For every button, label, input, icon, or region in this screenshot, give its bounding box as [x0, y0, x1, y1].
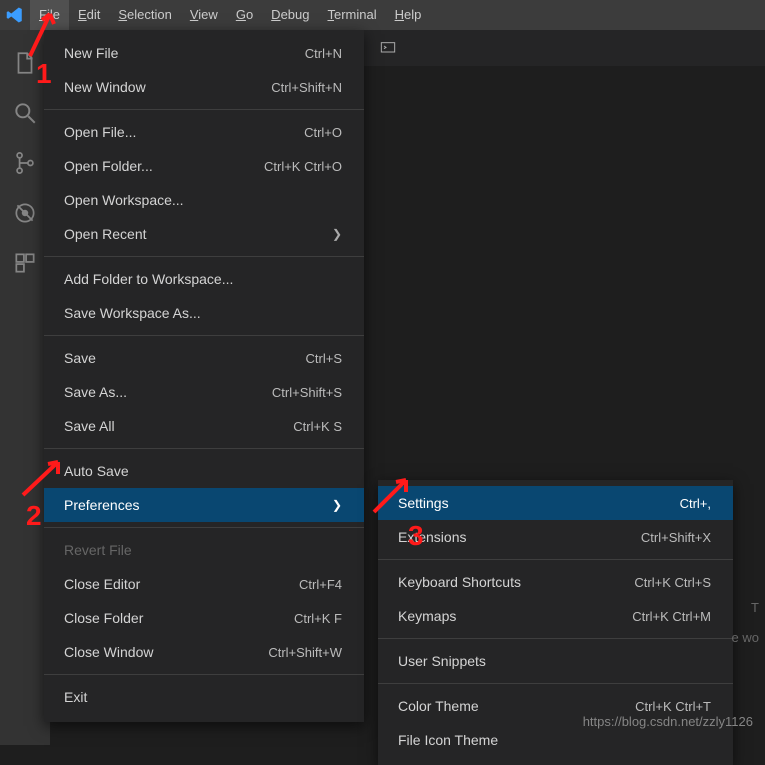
file-menu-item-save-all[interactable]: Save All Ctrl+K S	[44, 409, 364, 443]
menu-separator	[378, 683, 733, 684]
menubar: FileEditSelectionViewGoDebugTerminalHelp	[0, 0, 765, 30]
menu-item-label: Open Folder...	[64, 158, 153, 174]
file-menu-item-open-file[interactable]: Open File... Ctrl+O	[44, 115, 364, 149]
menubar-item-help[interactable]: Help	[386, 0, 431, 30]
menubar-item-file[interactable]: File	[30, 0, 69, 30]
menu-item-label: Extensions	[398, 529, 466, 545]
menu-item-label: Add Folder to Workspace...	[64, 271, 233, 287]
file-menu-item-add-folder-to-workspace[interactable]: Add Folder to Workspace...	[44, 262, 364, 296]
menu-item-shortcut: Ctrl+,	[680, 496, 711, 511]
cropped-text-bot: e wo	[732, 630, 759, 645]
file-menu-item-save-workspace-as[interactable]: Save Workspace As...	[44, 296, 364, 330]
menu-item-shortcut: Ctrl+O	[304, 125, 342, 140]
menu-item-label: Save All	[64, 418, 115, 434]
menu-item-label: Save Workspace As...	[64, 305, 201, 321]
source-control-icon[interactable]	[0, 138, 50, 188]
cropped-text-top: T	[751, 600, 759, 615]
menu-separator	[378, 638, 733, 639]
menu-separator	[44, 448, 364, 449]
vscode-logo-icon	[6, 6, 24, 24]
file-menu-item-open-recent[interactable]: Open Recent ❯	[44, 217, 364, 251]
menu-item-shortcut: Ctrl+Shift+X	[641, 530, 711, 545]
files-icon[interactable]	[0, 38, 50, 88]
file-menu-item-open-folder[interactable]: Open Folder... Ctrl+K Ctrl+O	[44, 149, 364, 183]
menu-item-label: Open Recent	[64, 226, 147, 242]
menu-separator	[378, 559, 733, 560]
menu-item-shortcut: Ctrl+K S	[293, 419, 342, 434]
file-menu-item-revert-file: Revert File	[44, 533, 364, 567]
menu-separator	[44, 256, 364, 257]
file-menu-item-preferences[interactable]: Preferences ❯	[44, 488, 364, 522]
preferences-item-extensions[interactable]: Extensions Ctrl+Shift+X	[378, 520, 733, 554]
menubar-item-view[interactable]: View	[181, 0, 227, 30]
menu-item-label: Color Theme	[398, 698, 479, 714]
menu-item-label: Revert File	[64, 542, 132, 558]
debug-icon[interactable]	[0, 188, 50, 238]
menu-item-shortcut: Ctrl+N	[305, 46, 342, 61]
menu-item-shortcut: Ctrl+Shift+N	[271, 80, 342, 95]
file-menu: New File Ctrl+N New Window Ctrl+Shift+N Open…	[44, 30, 364, 722]
menu-item-shortcut: Ctrl+Shift+S	[272, 385, 342, 400]
menu-item-shortcut: Ctrl+K Ctrl+O	[264, 159, 342, 174]
menu-item-label: Close Window	[64, 644, 153, 660]
file-menu-item-open-workspace[interactable]: Open Workspace...	[44, 183, 364, 217]
menu-item-label: Close Editor	[64, 576, 140, 592]
file-menu-item-new-file[interactable]: New File Ctrl+N	[44, 36, 364, 70]
file-menu-item-exit[interactable]: Exit	[44, 680, 364, 714]
menu-item-label: Save	[64, 350, 96, 366]
menu-item-label: Settings	[398, 495, 449, 511]
file-menu-item-close-editor[interactable]: Close Editor Ctrl+F4	[44, 567, 364, 601]
menu-item-label: Close Folder	[64, 610, 143, 626]
file-menu-item-close-window[interactable]: Close Window Ctrl+Shift+W	[44, 635, 364, 669]
menubar-item-debug[interactable]: Debug	[262, 0, 318, 30]
menubar-item-selection[interactable]: Selection	[109, 0, 180, 30]
preferences-item-keymaps[interactable]: Keymaps Ctrl+K Ctrl+M	[378, 599, 733, 633]
activity-bar	[0, 30, 50, 745]
menu-item-label: Keymaps	[398, 608, 456, 624]
menu-item-label: Preferences	[64, 497, 139, 513]
menu-item-label: Open Workspace...	[64, 192, 184, 208]
menu-item-shortcut: Ctrl+Shift+W	[268, 645, 342, 660]
menu-item-label: File Icon Theme	[398, 732, 498, 748]
extensions-icon[interactable]	[0, 238, 50, 288]
file-menu-item-auto-save[interactable]: Auto Save	[44, 454, 364, 488]
menu-item-label: User Snippets	[398, 653, 486, 669]
menu-item-shortcut: Ctrl+K Ctrl+T	[635, 699, 711, 714]
menu-item-label: New Window	[64, 79, 146, 95]
menu-item-label: Exit	[64, 689, 87, 705]
search-icon[interactable]	[0, 88, 50, 138]
menu-separator	[44, 674, 364, 675]
menu-item-label: Auto Save	[64, 463, 129, 479]
menubar-item-go[interactable]: Go	[227, 0, 262, 30]
file-menu-item-save[interactable]: Save Ctrl+S	[44, 341, 364, 375]
menu-separator	[44, 527, 364, 528]
menu-item-shortcut: Ctrl+K F	[294, 611, 342, 626]
file-menu-item-new-window[interactable]: New Window Ctrl+Shift+N	[44, 70, 364, 104]
preferences-item-user-snippets[interactable]: User Snippets	[378, 644, 733, 678]
chevron-right-icon: ❯	[332, 498, 342, 512]
terminal-icon[interactable]	[380, 30, 396, 66]
file-menu-item-close-folder[interactable]: Close Folder Ctrl+K F	[44, 601, 364, 635]
menu-item-label: Save As...	[64, 384, 127, 400]
menu-item-label: Keyboard Shortcuts	[398, 574, 521, 590]
menu-item-shortcut: Ctrl+S	[306, 351, 342, 366]
preferences-item-keyboard-shortcuts[interactable]: Keyboard Shortcuts Ctrl+K Ctrl+S	[378, 565, 733, 599]
menu-item-label: Open File...	[64, 124, 136, 140]
menubar-item-edit[interactable]: Edit	[69, 0, 109, 30]
menubar-item-terminal[interactable]: Terminal	[318, 0, 385, 30]
preferences-item-settings[interactable]: Settings Ctrl+,	[378, 486, 733, 520]
watermark-text: https://blog.csdn.net/zzly1126	[583, 714, 753, 729]
menu-item-shortcut: Ctrl+K Ctrl+M	[632, 609, 711, 624]
menu-item-label: New File	[64, 45, 118, 61]
file-menu-item-save-as[interactable]: Save As... Ctrl+Shift+S	[44, 375, 364, 409]
menu-item-shortcut: Ctrl+K Ctrl+S	[634, 575, 711, 590]
chevron-right-icon: ❯	[332, 227, 342, 241]
menu-separator	[44, 109, 364, 110]
menu-item-shortcut: Ctrl+F4	[299, 577, 342, 592]
menu-separator	[44, 335, 364, 336]
